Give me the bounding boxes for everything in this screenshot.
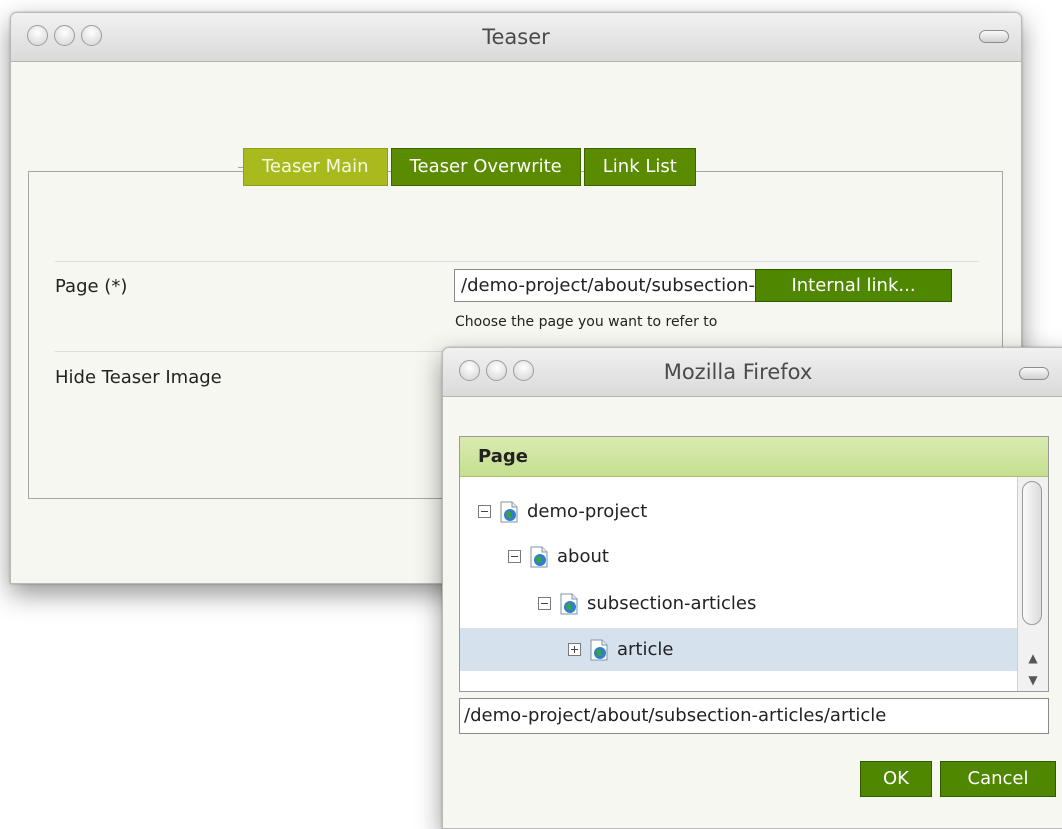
- tab-bar: Teaser Main Teaser Overwrite Link List: [243, 148, 699, 186]
- tree-item-label: article: [617, 639, 674, 660]
- web-page-icon: [530, 546, 548, 567]
- tree-item[interactable]: about: [460, 535, 1062, 578]
- hide-teaser-image-label: Hide Teaser Image: [55, 367, 222, 388]
- window-title: Mozilla Firefox: [663, 360, 813, 384]
- tree-item[interactable]: demo-project: [460, 490, 1038, 533]
- tree-scrollbar[interactable]: ▲ ▼: [1017, 477, 1048, 691]
- ok-button[interactable]: OK: [860, 761, 932, 797]
- page-tree: Page demo-project about subsection-artic…: [459, 436, 1049, 692]
- expand-toggle-icon[interactable]: [568, 643, 581, 656]
- tree-item-label: about: [557, 546, 609, 567]
- scroll-down-arrow-icon[interactable]: ▼: [1018, 669, 1048, 691]
- collapse-toggle-icon[interactable]: [478, 505, 491, 518]
- tab-teaser-main[interactable]: Teaser Main: [243, 148, 388, 186]
- firefox-titlebar[interactable]: Mozilla Firefox: [443, 348, 1062, 397]
- scroll-up-arrow-icon[interactable]: ▲: [1018, 647, 1048, 669]
- page-path-input[interactable]: /demo-project/about/subsection-articles/…: [454, 269, 759, 302]
- row-divider: [55, 261, 979, 262]
- page-tree-header: Page: [460, 437, 1048, 477]
- page-field-hint: Choose the page you want to refer to: [455, 314, 718, 330]
- tab-link-list[interactable]: Link List: [583, 148, 696, 186]
- tree-item-selected[interactable]: article: [460, 628, 1020, 671]
- firefox-dialog: Mozilla Firefox Page demo-project about: [442, 347, 1062, 829]
- web-page-icon: [590, 639, 608, 660]
- toolbar-toggle-button[interactable]: [1019, 367, 1049, 380]
- collapse-toggle-icon[interactable]: [508, 550, 521, 563]
- web-page-icon: [500, 501, 518, 522]
- tree-item-label: subsection-articles: [587, 593, 757, 614]
- collapse-toggle-icon[interactable]: [538, 597, 551, 610]
- tree-item-label: demo-project: [527, 501, 648, 522]
- page-field-label: Page (*): [55, 276, 128, 297]
- scrollbar-thumb[interactable]: [1022, 481, 1042, 625]
- cancel-button[interactable]: Cancel: [940, 761, 1056, 797]
- internal-link-button[interactable]: Internal link...: [755, 269, 952, 302]
- toolbar-toggle-button[interactable]: [979, 30, 1009, 43]
- window-title: Teaser: [482, 25, 550, 49]
- teaser-titlebar[interactable]: Teaser: [11, 13, 1021, 62]
- tab-teaser-overwrite[interactable]: Teaser Overwrite: [390, 148, 581, 186]
- tree-item[interactable]: subsection-articles: [460, 582, 1062, 625]
- selected-path-field[interactable]: /demo-project/about/subsection-articles/…: [459, 698, 1049, 734]
- web-page-icon: [560, 593, 578, 614]
